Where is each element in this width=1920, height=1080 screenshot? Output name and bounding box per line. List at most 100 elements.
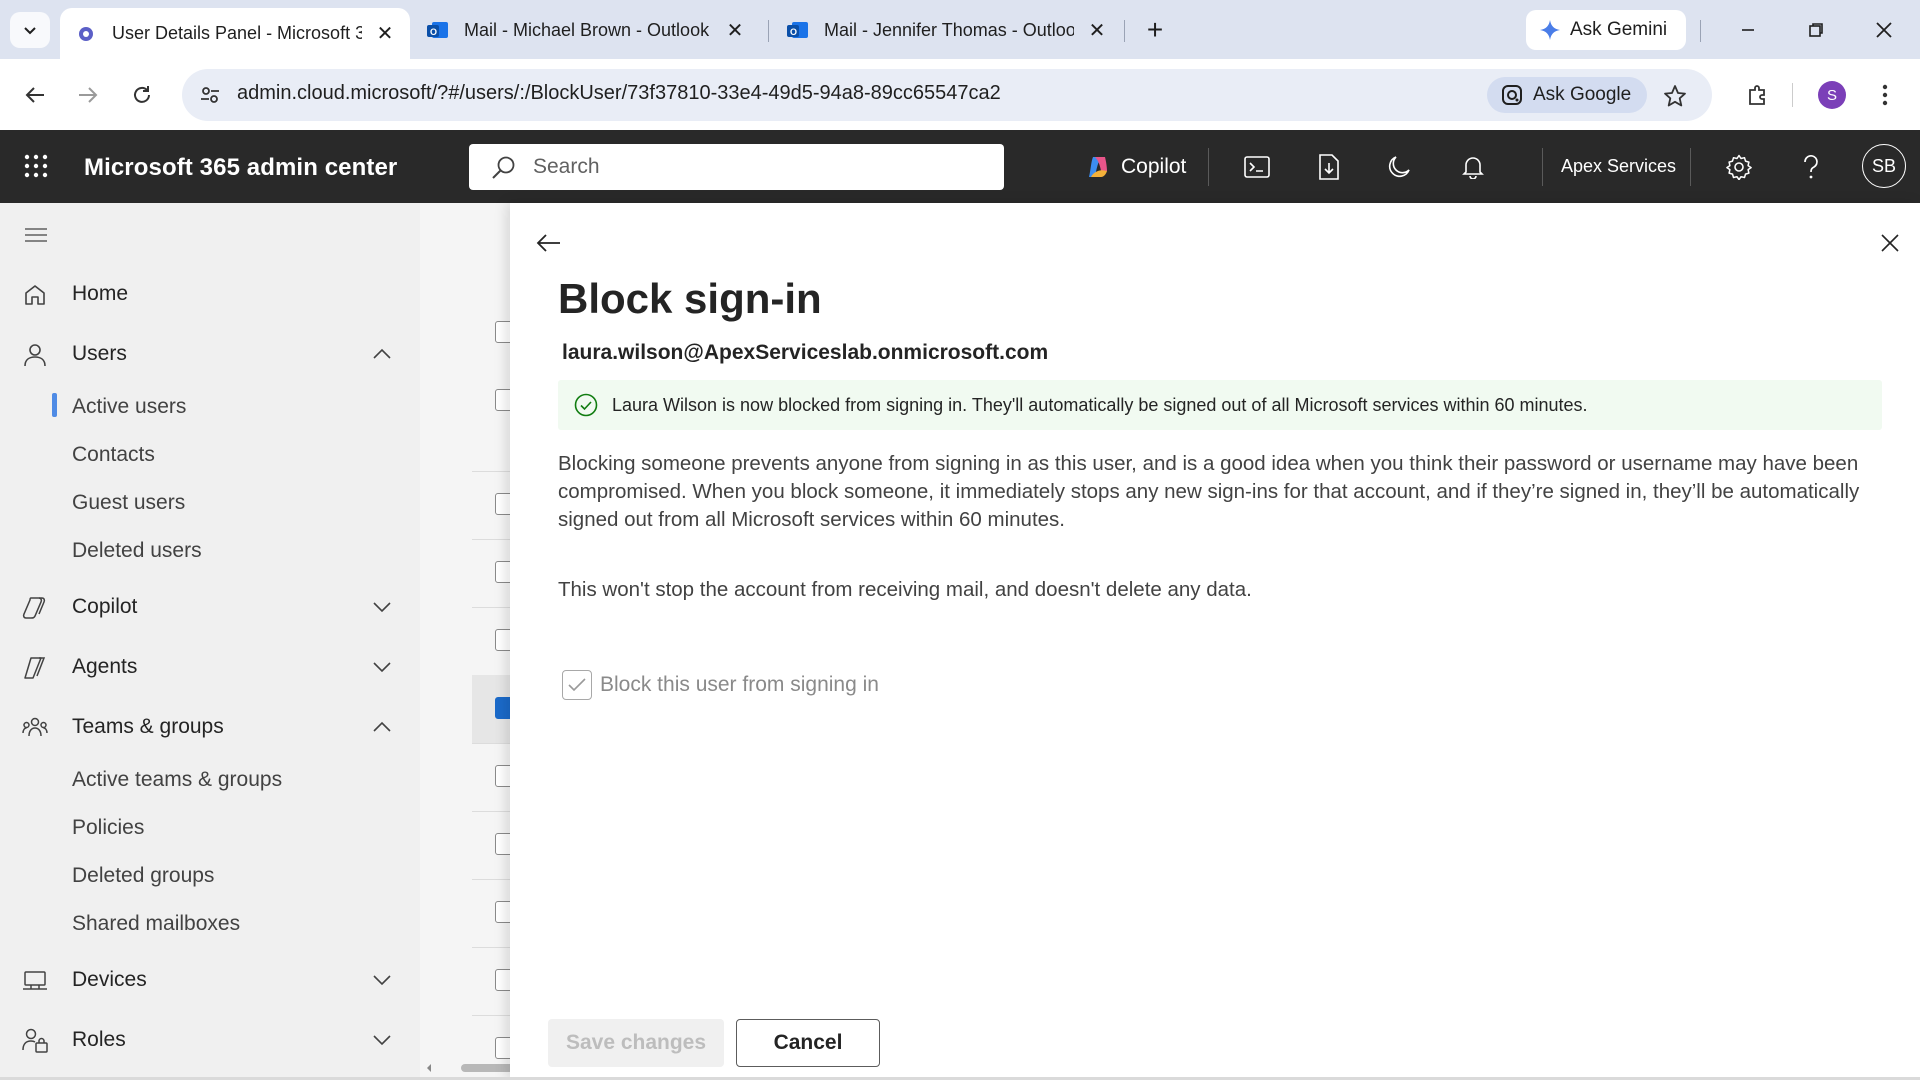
app-title[interactable]: Microsoft 365 admin center xyxy=(84,154,397,182)
new-tab-button[interactable]: + xyxy=(1137,12,1173,48)
nav-subitem-label: Deleted groups xyxy=(72,864,215,887)
nav-item-devices[interactable]: Devices xyxy=(0,958,420,1002)
m365-header: Microsoft 365 admin center Copilot Apex … xyxy=(0,130,1920,203)
chevron-down-icon xyxy=(372,1030,392,1050)
nav-item-contacts[interactable]: Contacts xyxy=(0,435,420,475)
checkmark-circle-icon xyxy=(574,393,598,422)
roles-icon xyxy=(22,1028,48,1054)
users-list-background xyxy=(420,203,532,1080)
copilot-icon xyxy=(1085,154,1111,180)
horizontal-scrollbar[interactable] xyxy=(425,1060,515,1076)
nav-subitem-label: Active teams & groups xyxy=(72,768,283,791)
tab-close-icon[interactable]: ✕ xyxy=(724,18,746,43)
nav-item-deleted-users[interactable]: Deleted users xyxy=(0,531,420,571)
nav-item-roles[interactable]: Roles xyxy=(0,1018,420,1062)
nav-item-policies[interactable]: Policies xyxy=(0,808,420,848)
back-button[interactable] xyxy=(530,225,566,261)
outlook-icon: O xyxy=(426,18,450,42)
gemini-sparkle-icon xyxy=(1540,20,1560,40)
gear-favicon-icon xyxy=(74,22,98,46)
copilot-icon xyxy=(22,595,48,621)
chevron-down-icon xyxy=(24,27,36,35)
outlook-icon: O xyxy=(786,18,810,42)
settings-gear-icon[interactable] xyxy=(1722,150,1756,184)
nav-item-deleted-groups[interactable]: Deleted groups xyxy=(0,856,420,896)
minimize-icon xyxy=(1742,29,1754,31)
bookmark-star-icon[interactable] xyxy=(1660,81,1690,111)
app-launcher-waffle-icon[interactable] xyxy=(20,150,52,182)
nav-item-shared-mailboxes[interactable]: Shared mailboxes xyxy=(0,904,420,944)
close-panel-button[interactable] xyxy=(1872,225,1908,261)
minimize-button[interactable] xyxy=(1726,12,1770,48)
arrow-right-icon xyxy=(79,87,98,103)
tab-separator xyxy=(1124,20,1125,42)
browser-tab-strip: User Details Panel - Microsoft 365 ✕ O M… xyxy=(0,0,1920,59)
tab-close-icon[interactable]: ✕ xyxy=(374,21,396,46)
user-avatar[interactable]: SB xyxy=(1862,144,1906,188)
nav-item-active-teams-groups[interactable]: Active teams & groups xyxy=(0,760,420,800)
close-icon xyxy=(1881,234,1899,252)
extensions-puzzle-icon[interactable] xyxy=(1738,75,1778,115)
more-options-icon[interactable] xyxy=(1870,75,1900,115)
nav-subitem-label: Shared mailboxes xyxy=(72,912,241,935)
reload-button[interactable] xyxy=(122,75,162,115)
ask-google-button[interactable]: Ask Google xyxy=(1487,77,1647,113)
search-box[interactable] xyxy=(469,144,1004,190)
close-window-button[interactable] xyxy=(1862,12,1906,48)
nav-item-teams-groups[interactable]: Teams & groups xyxy=(0,705,420,749)
tenant-name[interactable]: Apex Services xyxy=(1561,156,1676,177)
chevron-down-icon xyxy=(372,657,392,677)
dark-mode-moon-icon[interactable] xyxy=(1382,150,1416,184)
copilot-label: Copilot xyxy=(1121,155,1187,178)
cancel-button[interactable]: Cancel xyxy=(736,1019,880,1067)
toolbar-separator xyxy=(1792,83,1793,107)
notifications-bell-icon[interactable] xyxy=(1456,150,1490,184)
url-text: admin.cloud.microsoft/?#/users/:/BlockUs… xyxy=(237,82,1001,104)
nav-subitem-label: Contacts xyxy=(72,443,155,466)
tab-title: Mail - Jennifer Thomas - Outlook xyxy=(824,19,1074,40)
save-changes-button[interactable]: Save changes xyxy=(548,1019,724,1067)
reload-icon xyxy=(134,86,150,103)
nav-item-guest-users[interactable]: Guest users xyxy=(0,483,420,523)
tab-title: Mail - Michael Brown - Outlook xyxy=(464,19,710,40)
help-question-icon[interactable] xyxy=(1794,150,1828,184)
document-download-icon[interactable] xyxy=(1312,150,1346,184)
forward-button[interactable] xyxy=(68,75,108,115)
profile-avatar[interactable]: S xyxy=(1818,81,1846,109)
nav-item-users[interactable]: Users xyxy=(0,332,420,376)
tab-user-details[interactable]: User Details Panel - Microsoft 365 ✕ xyxy=(60,8,410,59)
nav-item-home[interactable]: Home xyxy=(0,272,420,316)
nav-item-label: Copilot xyxy=(72,595,138,618)
chevron-up-icon xyxy=(372,344,392,364)
nav-item-label: Devices xyxy=(72,968,147,991)
nav-item-label: Roles xyxy=(72,1028,126,1051)
tab-close-icon[interactable]: ✕ xyxy=(1086,18,1108,43)
hamburger-menu-icon[interactable] xyxy=(24,223,48,247)
address-bar[interactable]: admin.cloud.microsoft/?#/users/:/BlockUs… xyxy=(182,69,1712,121)
block-user-checkbox[interactable] xyxy=(562,670,592,700)
ask-gemini-label: Ask Gemini xyxy=(1570,19,1668,40)
block-user-checkbox-label: Block this user from signing in xyxy=(600,673,879,696)
selected-indicator xyxy=(52,393,57,417)
terminal-icon[interactable] xyxy=(1240,150,1274,184)
restore-button[interactable] xyxy=(1794,12,1838,48)
tab-mail-jennifer[interactable]: O Mail - Jennifer Thomas - Outlook ✕ xyxy=(772,8,1122,52)
back-button[interactable] xyxy=(15,75,55,115)
ask-google-label: Ask Google xyxy=(1533,84,1632,105)
nav-item-copilot[interactable]: Copilot xyxy=(0,585,420,629)
search-input[interactable] xyxy=(533,152,973,182)
site-info-icon[interactable] xyxy=(196,81,224,109)
people-icon xyxy=(22,715,48,741)
copilot-button[interactable]: Copilot xyxy=(1085,150,1186,184)
tab-search-button[interactable] xyxy=(10,12,50,48)
nav-subitem-label: Guest users xyxy=(72,491,186,514)
device-icon xyxy=(22,968,48,994)
nav-item-agents[interactable]: Agents xyxy=(0,645,420,689)
tab-mail-michael[interactable]: O Mail - Michael Brown - Outlook ✕ xyxy=(412,8,760,52)
nav-subitem-label: Active users xyxy=(72,395,187,418)
nav-item-active-users[interactable]: Active users xyxy=(0,387,420,427)
ask-gemini-button[interactable]: Ask Gemini xyxy=(1526,10,1686,50)
search-icon xyxy=(491,155,517,186)
header-separator xyxy=(1690,148,1691,186)
checkmark-icon xyxy=(568,678,586,692)
